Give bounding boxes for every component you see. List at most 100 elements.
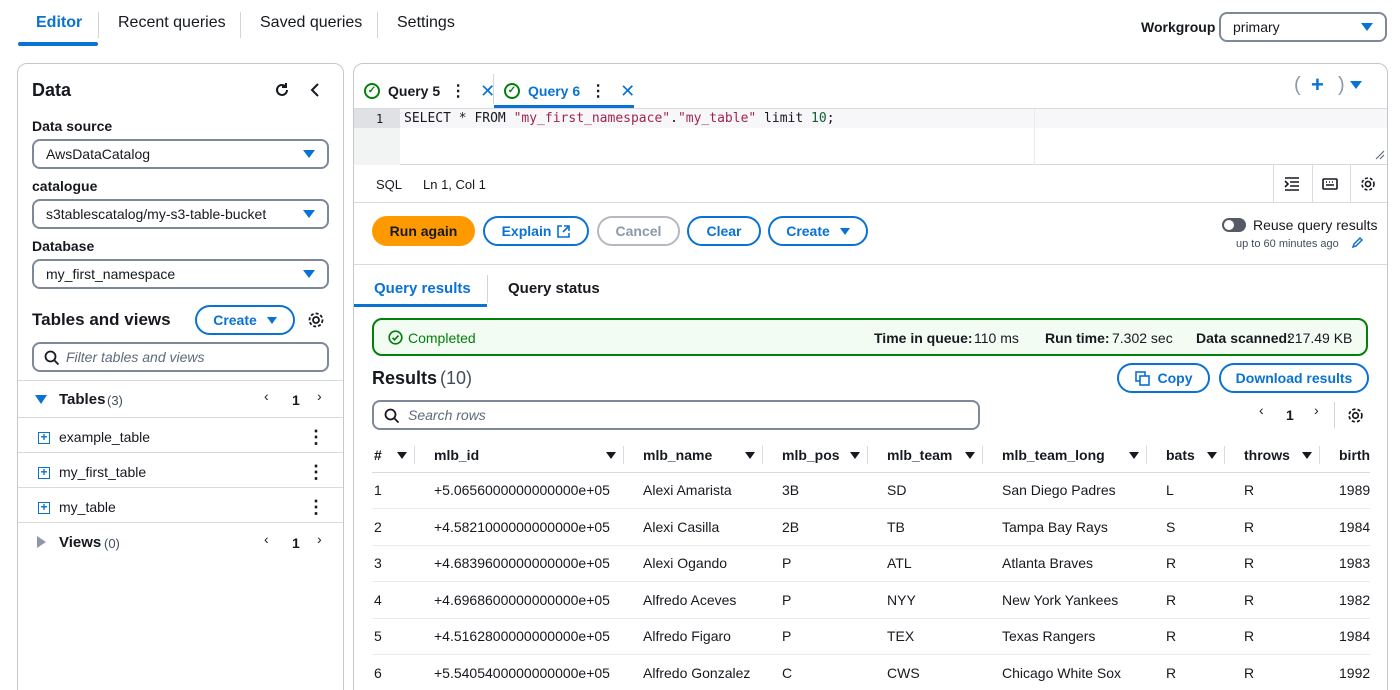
column-header[interactable]: # [372,438,415,473]
edit-pencil-icon[interactable] [1351,236,1364,249]
workgroup-select[interactable]: primary [1219,12,1387,42]
sort-caret-icon[interactable] [606,452,616,459]
next-page-icon[interactable]: › [1314,402,1319,418]
language-label: SQL [376,177,403,192]
column-header[interactable]: mlb_id [415,438,624,473]
resize-handle-icon[interactable] [1375,150,1385,160]
table-row-example-table[interactable]: + example_table ⋮ [18,419,343,453]
sort-caret-icon[interactable] [1207,452,1217,459]
divider [354,264,1387,265]
column-header[interactable]: throws [1225,438,1320,473]
tab-query-status[interactable]: Query status [508,280,600,297]
table-preferences-gear-icon[interactable] [1347,407,1364,424]
sql-editor[interactable]: 1 SELECT * FROM "my_first_namespace"."my… [354,108,1387,165]
table-row-my-first-table[interactable]: + my_first_table ⋮ [18,454,343,488]
tab-settings[interactable]: Settings [397,14,455,46]
filter-tables-input[interactable]: Filter tables and views [32,342,329,372]
table-cell: R [1225,581,1320,619]
views-label: Views [59,534,102,551]
copy-button[interactable]: Copy [1117,363,1210,393]
data-source-select[interactable]: AwsDataCatalog [32,139,329,169]
views-page-number[interactable]: 1 [292,535,300,551]
next-page-icon[interactable]: › [317,388,322,404]
expanded-caret-icon[interactable] [35,395,47,405]
tab-recent-queries[interactable]: Recent queries [118,14,226,46]
clear-button[interactable]: Clear [687,216,761,246]
tables-and-views-title: Tables and views [32,310,171,329]
tab-saved-queries[interactable]: Saved queries [260,14,362,46]
catalogue-select[interactable]: s3tablescatalog/my-s3-table-bucket [32,199,329,229]
download-results-button[interactable]: Download results [1219,363,1369,393]
table-cell: Alfredo Gonzalez [624,654,763,690]
query-tab-6[interactable]: ✓ Query 6 ⋮ ✕ [504,76,635,106]
expand-plus-icon[interactable]: + [38,431,50,444]
table-cell: 1984 [1320,618,1371,655]
table-cell: 3B [763,472,868,509]
sort-caret-icon[interactable] [397,452,407,459]
expand-plus-icon[interactable]: + [38,466,50,479]
column-header[interactable]: mlb_team_long [983,438,1147,473]
reuse-results-toggle[interactable] [1222,218,1246,232]
refresh-icon[interactable] [273,81,291,99]
editor-settings-gear-icon[interactable] [1360,176,1376,192]
sort-caret-icon[interactable] [850,452,860,459]
column-header[interactable]: mlb_name [624,438,763,473]
table-cell: R [1147,581,1225,619]
sort-caret-icon[interactable] [745,452,755,459]
table-cell: 1982 [1320,581,1371,619]
table-row-my-table[interactable]: + my_table ⋮ [18,489,343,523]
prev-page-icon[interactable]: ‹ [1259,402,1264,418]
table-name[interactable]: my_table [59,499,116,515]
create-dropdown-button[interactable]: Create [195,305,295,335]
column-header[interactable]: birth [1320,438,1371,473]
column-header-label: mlb_id [434,446,480,463]
database-select[interactable]: my_first_namespace [32,259,329,289]
sql-code-line[interactable]: SELECT * FROM "my_first_namespace"."my_t… [404,111,835,126]
format-indent-icon[interactable] [1284,176,1300,192]
tables-group-row[interactable]: Tables (3) ‹ 1 › [18,382,343,416]
table-name[interactable]: my_first_table [59,464,146,480]
prev-page-icon[interactable]: ‹ [264,388,269,404]
column-header[interactable]: mlb_team [868,438,983,473]
views-group-row[interactable]: Views (0) ‹ 1 › [18,525,343,559]
next-page-icon[interactable]: › [317,531,322,547]
collapse-chevron-icon[interactable] [308,82,322,98]
tab-scroll-left-icon[interactable]: ( [1294,74,1301,97]
table-row: 4 +4.6968600000000000e+05 Alfredo Aceves P N… [372,581,1371,619]
query-tab-5[interactable]: ✓ Query 5 ⋮ ✕ [364,76,495,106]
sort-caret-icon[interactable] [965,452,975,459]
tab-active-indicator [18,42,98,46]
cancel-button[interactable]: Cancel [597,216,680,246]
tab-query-results[interactable]: Query results [374,280,471,297]
results-page-number[interactable]: 1 [1286,407,1294,423]
explain-button[interactable]: Explain [483,216,589,246]
close-icon[interactable]: ✕ [620,81,635,102]
more-actions-icon[interactable]: ⋮ [590,81,606,101]
column-header[interactable]: mlb_pos [763,438,868,473]
table-cell: Chicago White Sox [983,654,1147,690]
more-actions-icon[interactable]: ⋮ [307,497,325,518]
table-row: 3 +4.6839600000000000e+05 Alexi Ogando P ATL… [372,545,1371,582]
keyboard-shortcuts-icon[interactable] [1322,176,1338,192]
column-header-label: bats [1166,446,1195,463]
table-name[interactable]: example_table [59,429,150,445]
tab-menu-caret-icon[interactable] [1350,81,1362,90]
more-actions-icon[interactable]: ⋮ [307,462,325,483]
create-dropdown-button[interactable]: Create [768,216,868,246]
sql-number: 10 [811,111,827,126]
settings-gear-icon[interactable] [307,311,325,329]
add-tab-icon[interactable]: + [1311,72,1324,98]
tables-page-number[interactable]: 1 [292,392,300,408]
run-again-button[interactable]: Run again [372,216,475,246]
sort-caret-icon[interactable] [1129,452,1139,459]
more-actions-icon[interactable]: ⋮ [307,427,325,448]
table-cell: +4.5162800000000000e+05 [415,618,624,655]
tab-scroll-right-icon[interactable]: ) [1338,74,1345,97]
search-rows-input[interactable]: Search rows [372,400,980,430]
sort-caret-icon[interactable] [1302,452,1312,459]
more-actions-icon[interactable]: ⋮ [450,81,466,101]
prev-page-icon[interactable]: ‹ [264,531,269,547]
column-header[interactable]: bats [1147,438,1225,473]
expand-plus-icon[interactable]: + [38,501,50,514]
collapsed-caret-icon[interactable] [37,536,46,548]
